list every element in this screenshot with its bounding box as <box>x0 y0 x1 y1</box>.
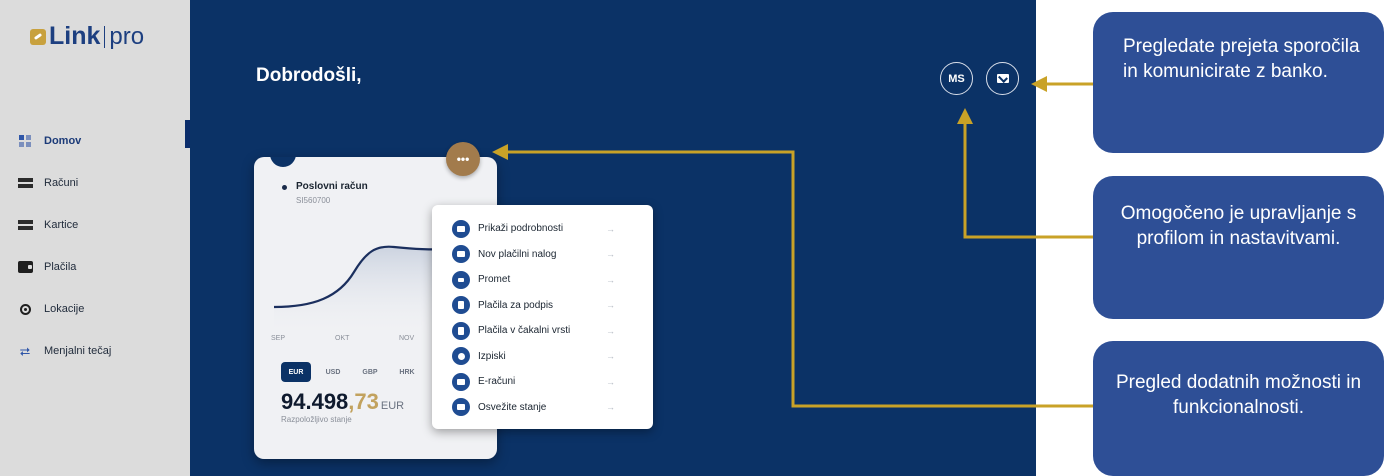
logo-separator <box>104 25 106 48</box>
welcome-title: Dobrodošli, <box>256 65 362 86</box>
menu-item-label: Osvežite stanje <box>478 401 547 413</box>
chart-month-label: SEP <box>271 335 286 342</box>
arrow-right-icon: → <box>606 325 615 336</box>
sidebar-item-menjalni-tecaj[interactable]: ⮂ Menjalni tečaj <box>0 330 190 372</box>
statement-icon <box>452 347 470 366</box>
document-sign-icon <box>452 296 470 315</box>
arrow-right-icon: → <box>606 351 615 362</box>
arrow-right-icon: → <box>606 223 615 234</box>
sidebar-item-placila[interactable]: Plačila <box>0 246 190 288</box>
currency-tab-gbp[interactable]: GBP <box>359 362 381 382</box>
menu-item-osvezite-stanje[interactable]: Osvežite stanje → <box>432 395 653 421</box>
menu-item-label: Nov plačilni nalog <box>478 248 557 260</box>
messages-button[interactable] <box>986 62 1019 95</box>
arrow-right-icon: → <box>606 274 615 285</box>
sidebar-item-domov[interactable]: Domov <box>0 120 190 162</box>
balance-decimals: ,73 <box>348 389 379 414</box>
e-invoice-icon <box>452 372 470 391</box>
callout-profile: Omogočeno je upravljanje s profilom in n… <box>1093 176 1384 319</box>
sidebar-item-racuni[interactable]: Računi <box>0 162 190 204</box>
account-name: Poslovni račun <box>296 181 368 192</box>
logo-name: Link <box>49 22 101 50</box>
balance-label: Razpoložljivo stanje <box>281 415 352 424</box>
balance-whole: 94.498 <box>281 389 349 414</box>
menu-item-placila-za-podpis[interactable]: Plačila za podpis → <box>432 293 653 319</box>
sidebar-item-kartice[interactable]: Kartice <box>0 204 190 246</box>
new-payment-icon <box>452 245 470 264</box>
app-logo[interactable]: Link pro <box>30 22 144 51</box>
sidebar-item-label: Domov <box>44 135 82 147</box>
profile-button[interactable]: MS <box>940 62 973 95</box>
sidebar-item-label: Menjalni tečaj <box>44 345 112 357</box>
menu-item-promet[interactable]: Promet → <box>432 267 653 293</box>
menu-item-placila-v-cakalni-vrsti[interactable]: Plačila v čakalni vrsti → <box>432 318 653 344</box>
sidebar: Link pro Domov Računi Kartice Plačila Lo… <box>0 0 190 476</box>
sidebar-item-label: Računi <box>44 177 79 189</box>
location-pin-icon <box>17 302 33 316</box>
menu-item-label: Izpiski <box>478 350 506 362</box>
bar-chart-icon <box>452 270 470 289</box>
chart-month-label: OKT <box>335 335 350 342</box>
exchange-icon: ⮂ <box>19 343 31 359</box>
sidebar-item-label: Plačila <box>44 261 77 273</box>
account-balance: 94.498,73 EUR <box>281 389 404 415</box>
menu-item-e-racuni[interactable]: E-računi → <box>432 369 653 395</box>
currency-tab-hrk[interactable]: HRK <box>396 362 418 382</box>
arrow-right-icon: → <box>606 402 615 413</box>
wallet-icon <box>17 260 33 274</box>
arrow-right-icon: → <box>606 376 615 387</box>
menu-item-prikazi-podrobnosti[interactable]: Prikaži podrobnosti → <box>432 216 653 242</box>
menu-item-label: Plačila v čakalni vrsti <box>478 325 571 337</box>
callout-messages: Pregledate prejeta sporočila in komunici… <box>1093 12 1384 153</box>
details-icon <box>452 219 470 238</box>
logo-mark-icon <box>30 28 46 45</box>
arrow-right-icon: → <box>606 249 615 260</box>
home-grid-icon <box>17 134 33 148</box>
balance-currency: EUR <box>380 400 405 412</box>
credit-card-icon <box>17 218 33 232</box>
envelope-icon <box>996 74 1009 83</box>
callout-options: Pregled dodatnih možnosti in funkcionaln… <box>1093 341 1384 476</box>
menu-item-nov-placilni-nalog[interactable]: Nov plačilni nalog → <box>432 242 653 268</box>
chart-month-label: NOV <box>399 335 415 342</box>
document-queue-icon <box>452 321 470 340</box>
menu-item-izpiski[interactable]: Izpiski → <box>432 344 653 370</box>
currency-tab-usd[interactable]: USD <box>322 362 344 382</box>
screen: { "logo": { "name": "Link", "suffix": "p… <box>0 0 1384 476</box>
logo-suffix: pro <box>109 22 145 50</box>
account-bullet <box>282 185 287 190</box>
refresh-balance-icon <box>452 398 470 417</box>
main-content: Dobrodošli, MS Poslovni račun SI560700 S… <box>190 0 1036 476</box>
menu-item-label: Promet <box>478 274 511 286</box>
menu-item-label: Prikaži podrobnosti <box>478 223 564 235</box>
sidebar-item-lokacije[interactable]: Lokacije <box>0 288 190 330</box>
account-iban: SI560700 <box>296 196 331 205</box>
account-options-menu: Prikaži podrobnosti → Nov plačilni nalog… <box>432 205 653 429</box>
sidebar-nav: Domov Računi Kartice Plačila Lokacije ⮂ … <box>0 120 190 372</box>
accounts-card-icon <box>17 176 33 190</box>
sidebar-item-label: Kartice <box>44 219 79 231</box>
arrow-right-icon: → <box>606 300 615 311</box>
more-options-button[interactable]: ••• <box>446 142 480 176</box>
menu-item-label: E-računi <box>478 376 516 388</box>
sidebar-item-label: Lokacije <box>44 303 85 315</box>
card-notch <box>270 157 296 167</box>
menu-item-label: Plačila za podpis <box>478 299 554 311</box>
currency-tab-eur[interactable]: EUR <box>281 362 311 382</box>
